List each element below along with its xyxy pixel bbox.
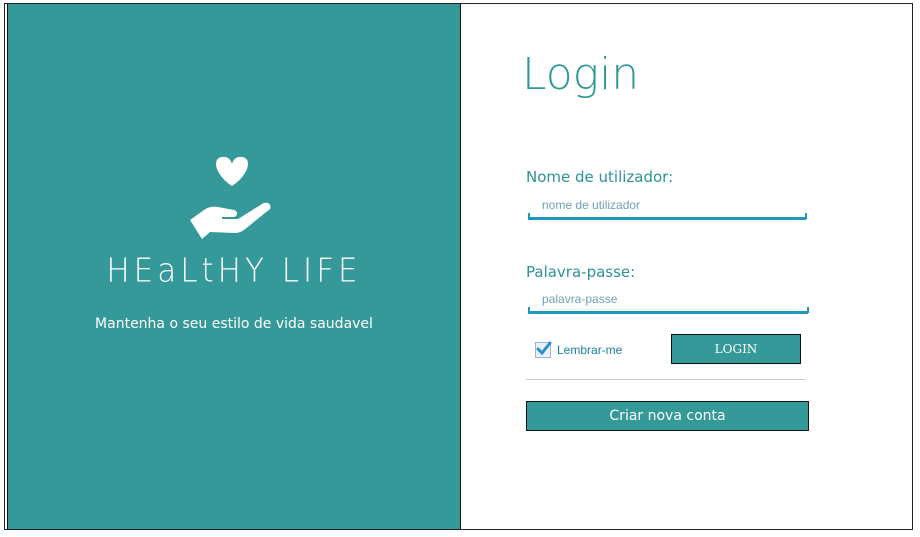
brand-name: HEaLtHY LIFE [106, 252, 362, 290]
page-title: Login [522, 49, 640, 100]
password-field-edge [528, 307, 530, 313]
password-field[interactable] [528, 290, 808, 314]
brand-tagline: Mantenha o seu estilo de vida saudavel [95, 316, 373, 332]
username-label: Nome de utilizador: [526, 168, 674, 186]
login-window: HEaLtHY LIFE Mantenha o seu estilo de vi… [4, 3, 913, 530]
password-label: Palavra-passe: [526, 263, 636, 281]
remember-me-checkbox[interactable]: Lembrar-me [535, 341, 623, 358]
username-field-edge [528, 213, 530, 219]
checkbox-box[interactable] [535, 341, 552, 358]
create-account-button[interactable]: Criar nova conta [526, 401, 809, 431]
password-field-edge [807, 307, 809, 313]
divider [526, 379, 806, 380]
brand-panel: HEaLtHY LIFE Mantenha o seu estilo de vi… [7, 4, 461, 529]
remember-me-label: Lembrar-me [557, 343, 623, 357]
login-button[interactable]: LOGIN [671, 334, 801, 364]
checkmark-icon [536, 341, 552, 356]
username-field-edge [805, 213, 807, 219]
heart-in-hand-icon [186, 154, 278, 246]
username-field[interactable] [528, 196, 806, 220]
